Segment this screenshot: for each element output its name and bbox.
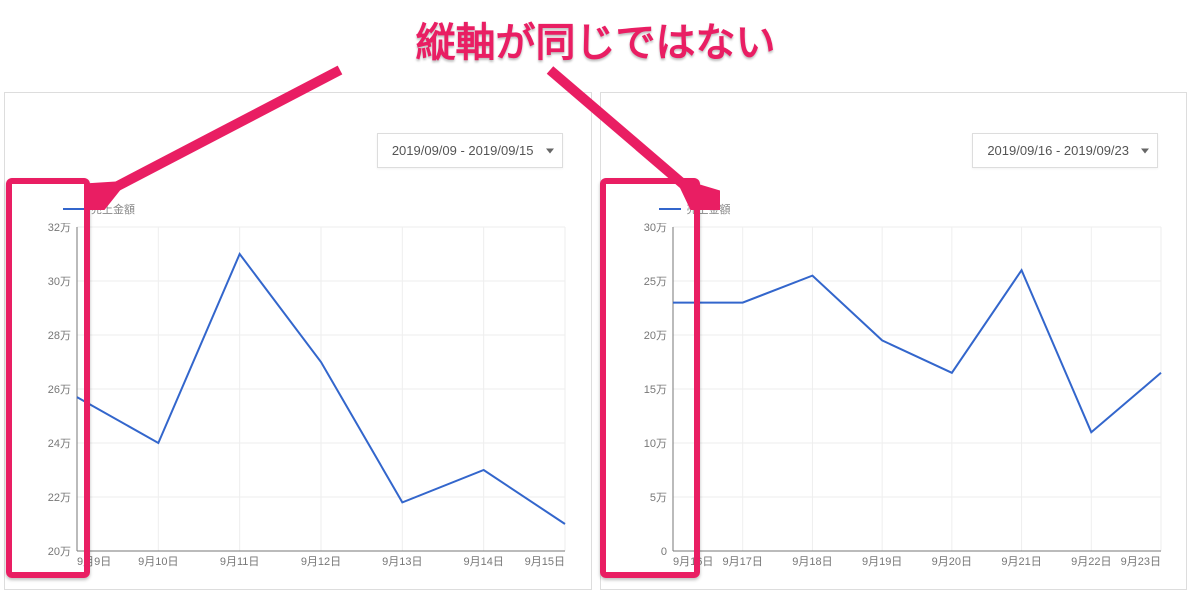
legend-label: 売上金額 [91,201,135,217]
svg-text:20万: 20万 [48,546,71,558]
legend: 売上金額 [63,201,135,217]
svg-text:9月13日: 9月13日 [382,556,422,568]
svg-text:9月23日: 9月23日 [1120,556,1160,568]
legend-label: 売上金額 [687,201,731,217]
svg-text:15万: 15万 [643,384,666,396]
legend-swatch [63,208,85,210]
svg-text:24万: 24万 [48,438,71,450]
svg-text:9月20日: 9月20日 [931,556,971,568]
date-range-selector[interactable]: 2019/09/09 - 2019/09/15 [377,133,563,168]
svg-text:9月15日: 9月15日 [525,556,565,568]
legend: 売上金額 [659,201,731,217]
svg-text:32万: 32万 [48,223,71,234]
legend-swatch [659,208,681,210]
date-range-label: 2019/09/16 - 2019/09/23 [987,143,1129,158]
chart-panel-left: 2019/09/09 - 2019/09/15 売上金額 20万 22万 24万 26… [4,92,592,590]
chart-plot-left: 20万 22万 24万 26万 28万 30万 32万 9月9日 9月10日 9月11日 9月12日… [35,223,573,571]
svg-text:26万: 26万 [48,384,71,396]
svg-text:9月22日: 9月22日 [1071,556,1111,568]
chevron-down-icon [546,148,554,153]
svg-text:20万: 20万 [643,330,666,342]
svg-text:9月16日: 9月16日 [673,556,713,568]
svg-text:9月19日: 9月19日 [861,556,901,568]
svg-text:10万: 10万 [643,438,666,450]
date-range-label: 2019/09/09 - 2019/09/15 [392,143,534,158]
svg-text:0: 0 [660,546,666,558]
svg-text:9月10日: 9月10日 [138,556,178,568]
svg-text:5万: 5万 [649,492,666,504]
svg-text:28万: 28万 [48,330,71,342]
svg-text:9月14日: 9月14日 [463,556,503,568]
svg-text:9月9日: 9月9日 [77,556,111,568]
charts-row: 2019/09/09 - 2019/09/15 売上金額 20万 22万 24万 26… [4,92,1187,590]
svg-text:9月17日: 9月17日 [722,556,762,568]
annotation-title: 縦軸が同じではない [0,10,1191,68]
chart-plot-right: 0 5万 10万 15万 20万 25万 30万 9月16日 9月17日 9月18日 9月19日 9月… [631,223,1169,571]
date-range-selector[interactable]: 2019/09/16 - 2019/09/23 [972,133,1158,168]
svg-text:22万: 22万 [48,492,71,504]
svg-text:25万: 25万 [643,276,666,288]
svg-text:9月12日: 9月12日 [301,556,341,568]
svg-text:9月21日: 9月21日 [1001,556,1041,568]
svg-text:9月11日: 9月11日 [220,556,260,568]
svg-text:30万: 30万 [643,223,666,234]
chart-panel-right: 2019/09/16 - 2019/09/23 売上金額 0 5万 10万 15万 20… [600,92,1188,590]
svg-text:9月18日: 9月18日 [792,556,832,568]
chevron-down-icon [1141,148,1149,153]
svg-text:30万: 30万 [48,276,71,288]
